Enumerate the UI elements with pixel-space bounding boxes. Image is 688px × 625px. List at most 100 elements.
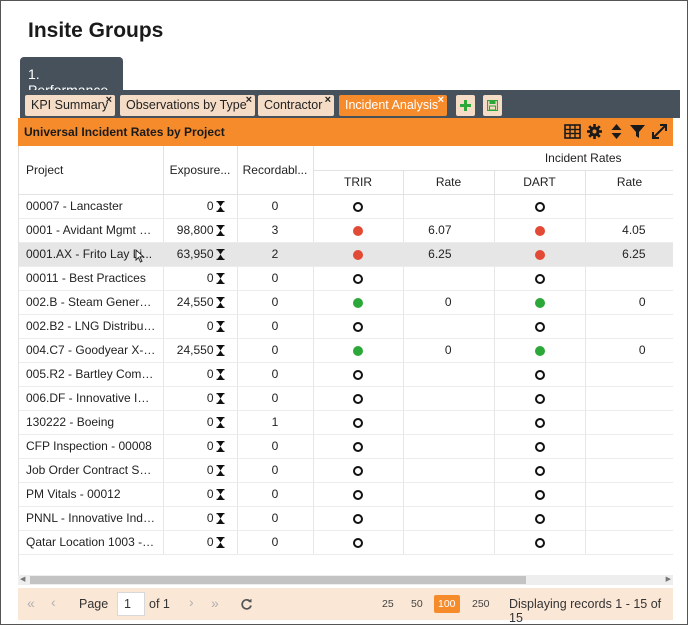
scroll-left-icon[interactable]: ◀ [20, 575, 25, 583]
column-header-trir[interactable]: TRIR [313, 170, 404, 195]
pagination-bar: « ‹ Page 1 of 1 › » 25 50 100 250 Displa… [18, 588, 673, 625]
table-row[interactable]: PM Vitals - 00012 0 0 [19, 482, 673, 507]
add-tab-button[interactable] [456, 95, 475, 116]
cell-trir-rate: 6.07 [403, 218, 495, 243]
hourglass-icon [216, 441, 224, 453]
table-row[interactable]: 0001 - Avidant Mgmt W... 98,800 3 6.07 4.05 [19, 218, 673, 243]
page-size-option[interactable]: 50 [407, 595, 427, 613]
close-icon[interactable]: × [246, 94, 252, 106]
hourglass-icon [216, 369, 224, 381]
cell-trir [313, 458, 404, 483]
horizontal-scrollbar[interactable]: ◀ ▶ [18, 575, 673, 585]
refresh-icon[interactable] [240, 598, 253, 611]
sort-icon[interactable] [608, 123, 625, 140]
table-row[interactable]: Job Order Contract Sys... 0 0 [19, 458, 673, 483]
cell-trir [313, 314, 404, 339]
cell-dart [494, 242, 586, 267]
table-row[interactable]: 00007 - Lancaster 0 0 [19, 194, 673, 219]
data-table: Project Exposure... Recordabl... Inciden… [19, 146, 673, 555]
column-header-dart-rate[interactable]: Rate [585, 170, 673, 195]
cell-recordable: 0 [237, 290, 314, 315]
gear-icon[interactable] [586, 123, 603, 140]
status-dot-red [353, 225, 363, 236]
close-icon[interactable]: × [325, 94, 331, 106]
tab-performance[interactable]: 1. Performance [20, 57, 123, 98]
status-dot-empty [534, 273, 545, 284]
cell-trir [313, 338, 404, 363]
cell-exposure: 0 [163, 314, 238, 339]
page-size-option-active[interactable]: 100 [434, 595, 460, 613]
status-dot-red [353, 249, 363, 260]
cell-project: PM Vitals - 00012 [19, 482, 164, 507]
table-row[interactable]: 004.C7 - Goodyear X-1 ... 24,550 0 0 0 [19, 338, 673, 363]
prev-page-icon[interactable]: ‹ [51, 594, 56, 610]
next-page-icon[interactable]: › [189, 594, 194, 610]
cell-trir-rate [403, 410, 495, 435]
status-dot-empty [534, 417, 545, 428]
cell-recordable: 0 [237, 434, 314, 459]
table-row[interactable]: 002.B2 - LNG Distributi... 0 0 [19, 314, 673, 339]
hourglass-icon [216, 465, 224, 477]
cell-recordable: 3 [237, 218, 314, 243]
table-row[interactable]: 00011 - Best Practices 0 0 [19, 266, 673, 291]
status-dot-green [353, 297, 363, 308]
filter-icon[interactable] [629, 123, 646, 140]
table-row[interactable]: 130222 - Boeing 0 1 [19, 410, 673, 435]
hourglass-icon [216, 297, 224, 309]
cell-trir [313, 290, 404, 315]
scroll-right-icon[interactable]: ▶ [666, 575, 671, 583]
status-dot-empty [534, 489, 545, 500]
page-size-option[interactable]: 25 [378, 595, 398, 613]
cell-dart-rate: 0 [585, 290, 673, 315]
close-icon[interactable]: × [438, 94, 444, 106]
status-dot-empty [353, 441, 363, 452]
page-size-option[interactable]: 250 [468, 595, 494, 613]
cell-trir [313, 218, 404, 243]
table-row[interactable]: 006.DF - Innovative Ind... 0 0 [19, 386, 673, 411]
exposure-value: 0 [206, 511, 214, 525]
status-dot-empty [353, 417, 363, 428]
column-header-project[interactable]: Project [19, 146, 164, 195]
cell-trir-rate [403, 506, 495, 531]
subtab-contractor[interactable]: Contractor × [258, 94, 334, 116]
close-icon[interactable]: × [106, 94, 112, 106]
status-dot-empty [353, 513, 363, 524]
cell-dart [494, 314, 586, 339]
table-row[interactable]: PNNL - Innovative Indu... 0 0 [19, 506, 673, 531]
table-icon[interactable] [564, 123, 581, 140]
cell-project: PNNL - Innovative Indu... [19, 506, 164, 531]
cell-trir-rate: 6.25 [403, 242, 495, 267]
save-button[interactable] [483, 95, 502, 116]
table-row[interactable]: CFP Inspection - 00008 0 0 [19, 434, 673, 459]
hourglass-icon [216, 393, 224, 405]
cell-exposure: 0 [163, 458, 238, 483]
table-row[interactable]: 002.B - Steam Generato... 24,550 0 0 0 [19, 290, 673, 315]
cell-exposure: 63,950 [163, 242, 238, 267]
table-body: 00007 - Lancaster 0 0 0001 - Avidant Mgmt W… [19, 194, 673, 555]
cell-project: 130222 - Boeing [19, 410, 164, 435]
cell-trir [313, 410, 404, 435]
column-header-trir-rate[interactable]: Rate [403, 170, 495, 195]
subtab-observations-by-type[interactable]: Observations by Type × [120, 94, 255, 116]
expand-icon[interactable] [651, 123, 668, 140]
column-header-dart[interactable]: DART [494, 170, 586, 195]
column-header-recordable[interactable]: Recordabl... [237, 146, 314, 195]
table-row[interactable]: 005.R2 - Bartley Comm... 0 0 [19, 362, 673, 387]
cell-exposure: 0 [163, 482, 238, 507]
cell-trir [313, 194, 404, 219]
first-page-icon[interactable]: « [27, 595, 35, 611]
subtab-kpi-summary[interactable]: KPI Summary × [25, 94, 115, 116]
subtab-incident-analysis[interactable]: Incident Analysis × [339, 94, 447, 116]
hourglass-icon [216, 249, 224, 261]
column-header-exposure[interactable]: Exposure... [163, 146, 238, 195]
page-number-input[interactable]: 1 [117, 592, 145, 616]
cell-dart-rate [585, 266, 673, 291]
status-dot-red [534, 249, 545, 260]
last-page-icon[interactable]: » [211, 595, 219, 611]
scrollbar-thumb[interactable] [30, 576, 526, 584]
table-row[interactable]: 0001.AX - Frito Lay Li... 63,950 2 6.25 6.25 [19, 242, 673, 267]
cell-exposure: 0 [163, 434, 238, 459]
cell-project: 00011 - Best Practices [19, 266, 164, 291]
table-row[interactable]: Qatar Location 1003 - Q... 0 0 [19, 530, 673, 555]
hourglass-icon [216, 489, 224, 501]
